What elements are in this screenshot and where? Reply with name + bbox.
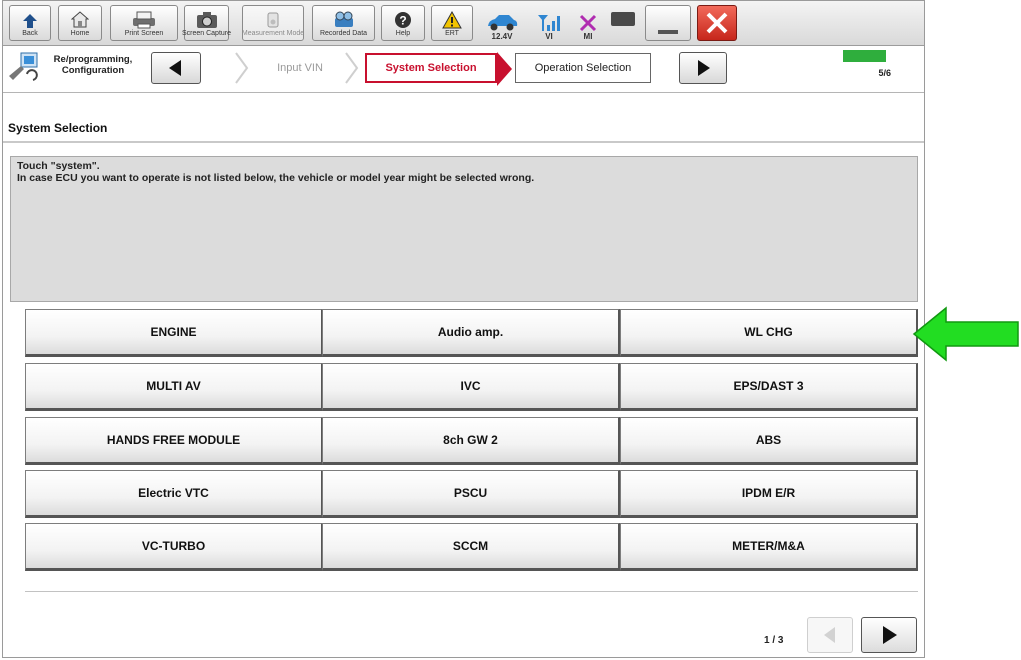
system-button-multi-av[interactable]: MULTI AV [25,363,323,411]
system-button-engine[interactable]: ENGINE [25,309,323,357]
consult-app-window: Back Home Print Screen Screen Capture Me… [2,0,925,658]
minimize-icon [658,30,678,34]
back-label: Back [22,30,38,37]
step-operation-selection: Operation Selection [515,53,651,83]
camera-icon [196,12,217,28]
home-button[interactable]: Home [58,5,102,41]
system-button-8ch-gw-2[interactable]: 8ch GW 2 [322,417,620,465]
active-step-pointer [497,52,513,86]
grid-divider [25,591,918,592]
triangle-right-icon [698,60,710,76]
system-button-electric-vtc[interactable]: Electric VTC [25,470,323,518]
signal-icon [538,15,560,31]
step-progress-bar [843,50,887,62]
step-progress: 5/6 [843,50,895,84]
system-button-pscu[interactable]: PSCU [322,470,620,518]
page-title: System Selection [8,121,108,135]
breadcrumb-chevron [235,52,249,84]
disconnected-x-icon [579,14,597,32]
warning-icon [442,11,462,29]
toolbar: Back Home Print Screen Screen Capture Me… [3,1,924,46]
help-icon: ? [395,12,411,28]
svg-text:?: ? [399,14,406,28]
close-button[interactable] [697,5,737,41]
back-arrow-icon [23,14,37,28]
vehicle-icon [488,15,518,31]
breadcrumb: Re/programming, Configuration Input VIN … [3,46,924,93]
help-button[interactable]: ? Help [381,5,425,41]
recorded-data-label: Recorded Data [319,30,368,37]
system-button-meter-m-a[interactable]: METER/M&A [620,523,918,571]
breadcrumb-chevron [345,52,359,84]
system-button-ivc[interactable]: IVC [322,363,620,411]
system-button-ipdm-e-r[interactable]: IPDM E/R [620,470,918,518]
voltage-label: 12.4V [491,32,513,41]
triangle-left-icon [169,60,181,76]
battery-voltage-indicator: 12.4V [479,5,525,41]
battery-icon [611,12,635,26]
mi-label: MI [583,32,593,41]
module-title: Re/programming, Configuration [53,54,133,76]
back-button[interactable]: Back [9,5,51,41]
annotation-arrow-icon [912,306,1020,367]
next-page-button[interactable] [861,617,917,653]
screen-capture-button[interactable]: Screen Capture [181,5,232,41]
close-icon [706,12,728,34]
previous-page-button[interactable] [807,617,853,653]
triangle-left-icon [824,627,835,643]
minimize-button[interactable] [645,5,691,41]
step-system-selection: System Selection [365,53,497,83]
home-icon [71,11,89,28]
system-button-audio-amp[interactable]: Audio amp. [322,309,620,357]
help-label: Help [395,30,411,37]
recorded-data-icon [334,11,353,27]
vi-connection-indicator: VI [531,5,567,41]
mi-connection-indicator: MI [571,5,605,41]
print-screen-label: Print Screen [124,30,164,37]
instruction-panel: Touch "system". In case ECU you want to … [10,156,918,302]
breadcrumb-next-button[interactable] [679,52,727,84]
ert-label: ERT [445,30,459,37]
screen-capture-label: Screen Capture [181,30,232,37]
title-divider [3,141,924,143]
system-button-sccm[interactable]: SCCM [322,523,620,571]
printer-icon [133,11,155,29]
print-screen-button[interactable]: Print Screen [110,5,178,41]
vi-label: VI [545,32,553,41]
configuration-wrench-icon [7,52,43,84]
system-button-abs[interactable]: ABS [620,417,918,465]
ert-button[interactable]: ERT [431,5,473,41]
recorded-data-button[interactable]: Recorded Data [312,5,375,41]
system-button-eps-dast-3[interactable]: EPS/DAST 3 [620,363,918,411]
measurement-mode-label: Measurement Mode [241,30,305,37]
breadcrumb-back-button[interactable] [151,52,201,84]
system-button-wl-chg[interactable]: WL CHG [620,309,918,357]
system-button-hands-free-module[interactable]: HANDS FREE MODULE [25,417,323,465]
step-progress-label: 5/6 [878,68,891,78]
measurement-mode-button[interactable]: Measurement Mode [242,5,304,41]
page-indicator: 1 / 3 [764,635,784,646]
step-input-vin: Input VIN [277,62,323,74]
instruction-line-2: In case ECU you want to operate is not l… [17,172,535,184]
measurement-icon [267,12,279,28]
home-label: Home [70,30,90,37]
instruction-line-1: Touch "system". [17,160,100,172]
triangle-right-icon [883,626,897,644]
system-button-vc-turbo[interactable]: VC-TURBO [25,523,323,571]
